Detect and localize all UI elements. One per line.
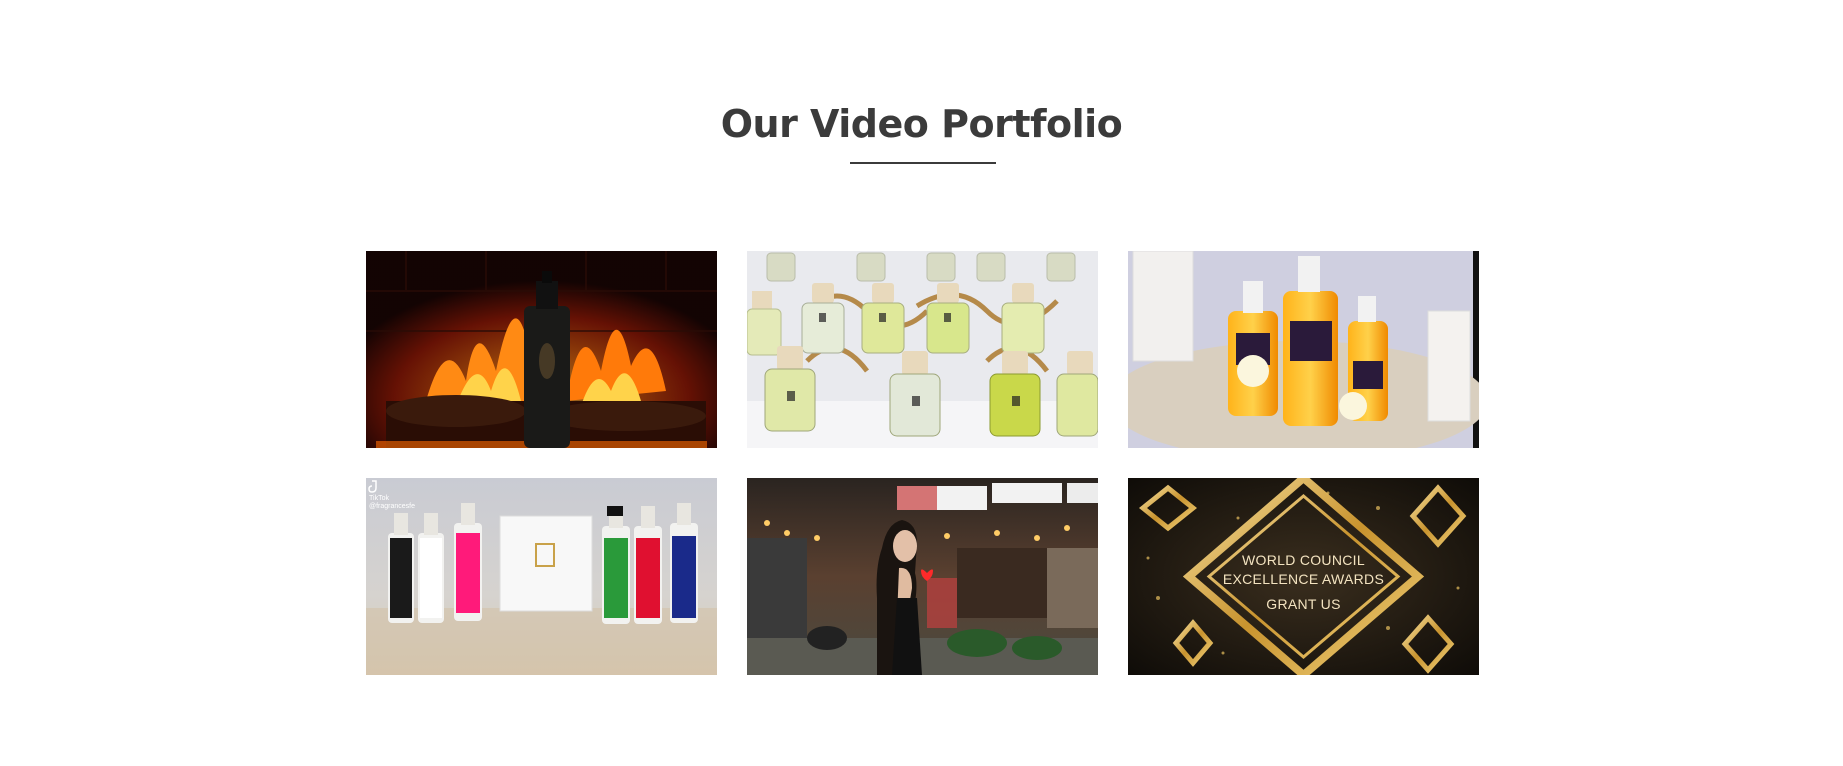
video-thumbnail-4[interactable]: TikTok @fragrancesfe	[366, 478, 717, 675]
section-title: Our Video Portfolio	[720, 102, 1123, 146]
tiktok-brand: TikTok	[369, 495, 389, 502]
fireplace-image	[366, 251, 717, 448]
diffuser-bottles-image	[747, 251, 1098, 448]
video-thumbnail-5[interactable]	[747, 478, 1098, 675]
award-line-2: EXCELLENCE AWARDS	[1222, 571, 1385, 587]
tiktok-watermark: TikTok @fragrancesfe	[369, 495, 415, 511]
video-portfolio-section: Our Video Portfolio TikTok @fragrancesfe…	[0, 0, 1843, 766]
tiktok-handle: @fragrancesfe	[369, 503, 416, 510]
video-thumbnail-3[interactable]	[1128, 251, 1479, 448]
video-thumbnail-2[interactable]	[747, 251, 1098, 448]
video-grid: TikTok @fragrancesfe WORLD COUNCIL EXCEL…	[366, 251, 1479, 675]
title-underline	[850, 162, 996, 164]
award-line-1: WORLD COUNCIL	[1242, 552, 1365, 568]
video-thumbnail-1[interactable]	[366, 251, 717, 448]
color-bottles-image	[366, 478, 717, 675]
body-mist-image	[1128, 251, 1479, 448]
night-street-image	[747, 478, 1098, 675]
video-thumbnail-6[interactable]: WORLD COUNCIL EXCELLENCE AWARDS GRANT US	[1128, 478, 1479, 675]
award-line-3: GRANT US	[1266, 596, 1341, 612]
